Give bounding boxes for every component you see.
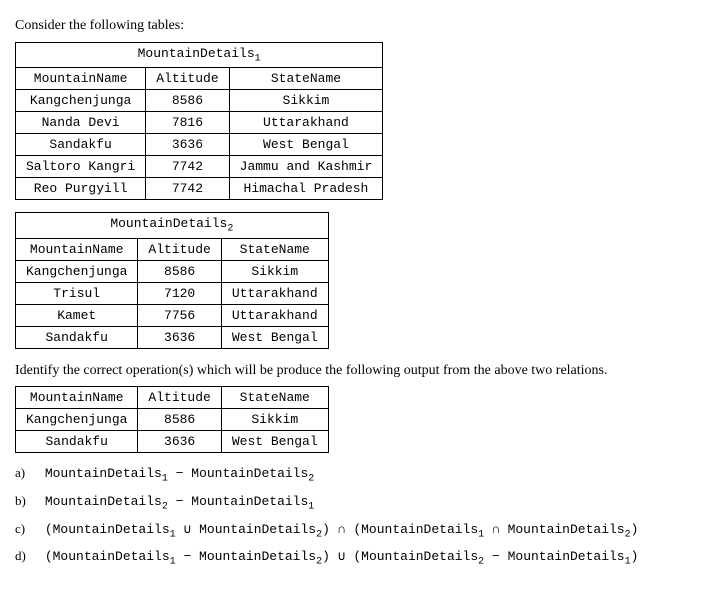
table-row: MountainName Altitude StateName (16, 387, 329, 409)
table-mountain-details-2: MountainDetails2 MountainName Altitude S… (15, 212, 329, 349)
question-text: Identify the correct operation(s) which … (15, 361, 687, 381)
table-row: Trisul7120Uttarakhand (16, 282, 329, 304)
table-output: MountainName Altitude StateName Kangchen… (15, 386, 329, 453)
table-row: Saltoro Kangri7742Jammu and Kashmir (16, 156, 383, 178)
table2-header-2: StateName (221, 238, 328, 260)
table-row: Sandakfu3636West Bengal (16, 134, 383, 156)
option-d-label: d) (15, 548, 33, 564)
option-b-label: b) (15, 493, 33, 509)
table-row: MountainName Altitude StateName (16, 238, 329, 260)
option-d: d) (MountainDetails1 − MountainDetails2)… (15, 548, 687, 568)
table3-header-2: StateName (221, 387, 328, 409)
option-c: c) (MountainDetails1 ∪ MountainDetails2)… (15, 521, 687, 541)
table1-title: MountainDetails1 (16, 42, 383, 68)
table3-header-0: MountainName (16, 387, 138, 409)
table-mountain-details-1: MountainDetails1 MountainName Altitude S… (15, 42, 383, 201)
table-row: Sandakfu3636West Bengal (16, 431, 329, 453)
table-row: Kangchenjunga8586Sikkim (16, 90, 383, 112)
table-row: Kangchenjunga8586Sikkim (16, 260, 329, 282)
table-row: Sandakfu3636West Bengal (16, 326, 329, 348)
option-b: b) MountainDetails2 − MountainDetails1 (15, 493, 687, 513)
table2-header-1: Altitude (138, 238, 221, 260)
table2-header-0: MountainName (16, 238, 138, 260)
option-a-label: a) (15, 465, 33, 481)
table-row: Nanda Devi7816Uttarakhand (16, 112, 383, 134)
table-row: Kangchenjunga8586Sikkim (16, 409, 329, 431)
table1-header-2: StateName (229, 68, 383, 90)
option-a: a) MountainDetails1 − MountainDetails2 (15, 465, 687, 485)
option-c-label: c) (15, 521, 33, 537)
intro-text: Consider the following tables: (15, 16, 687, 36)
table-row: MountainName Altitude StateName (16, 68, 383, 90)
table-row: Reo Purgyill7742Himachal Pradesh (16, 178, 383, 200)
table1-header-0: MountainName (16, 68, 146, 90)
table1-header-1: Altitude (146, 68, 229, 90)
table3-header-1: Altitude (138, 387, 221, 409)
table-row: Kamet7756Uttarakhand (16, 304, 329, 326)
table2-title: MountainDetails2 (16, 213, 329, 239)
